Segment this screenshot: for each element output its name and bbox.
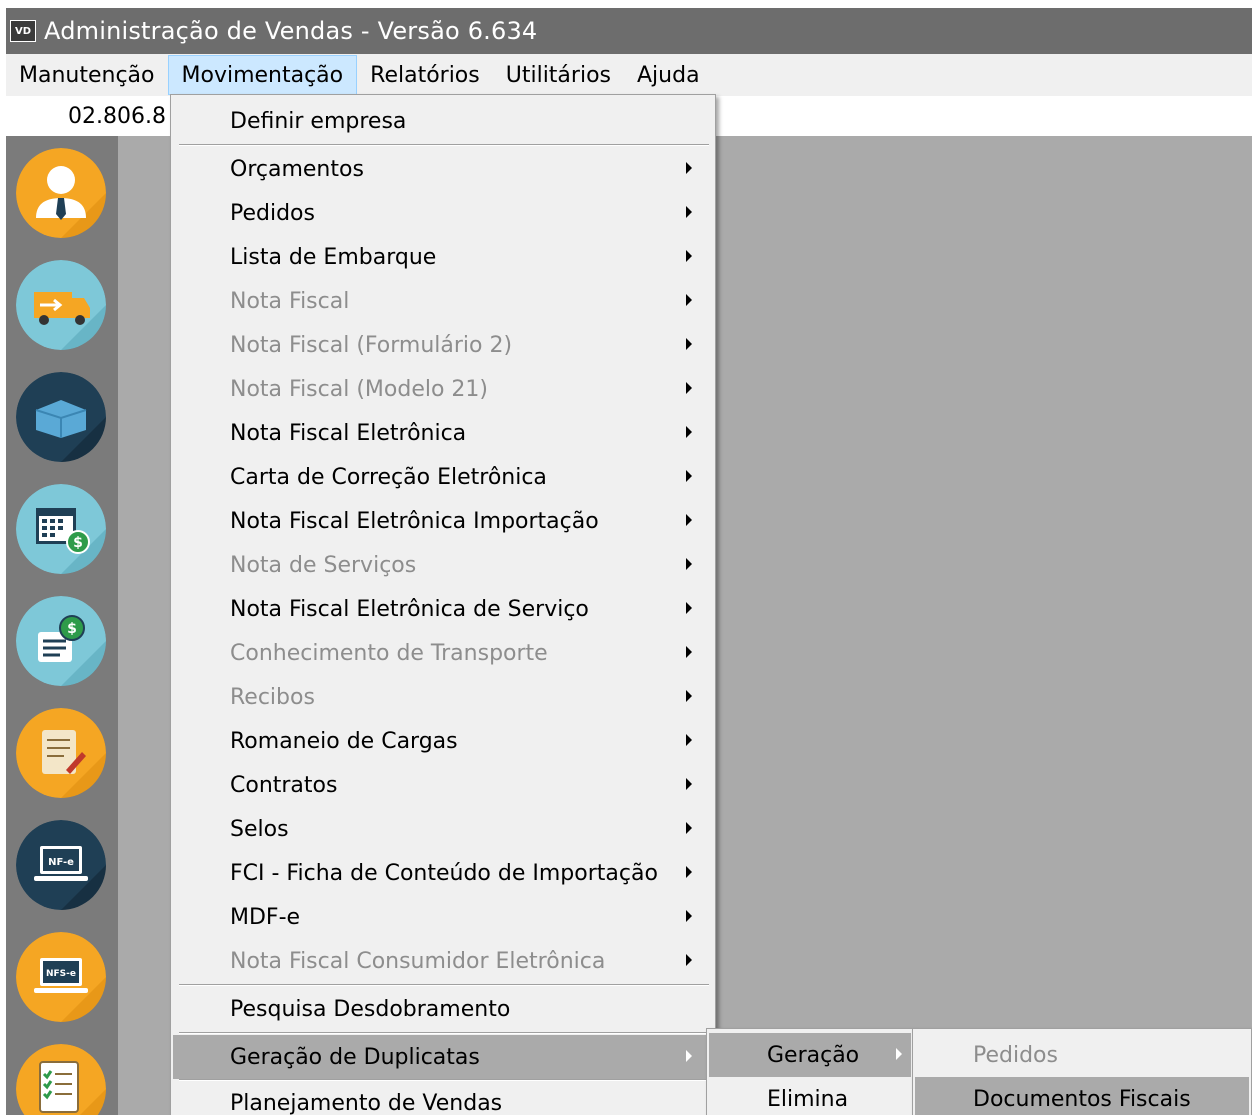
sidebar-button-clientes[interactable]	[16, 148, 106, 238]
app-icon: VD	[10, 20, 36, 42]
menu-item-geracao[interactable]: Geração	[709, 1033, 911, 1077]
submenu-arrow-icon	[686, 822, 692, 834]
menu-item-mdfe[interactable]: MDF-e	[173, 895, 713, 939]
menu-item-elimina[interactable]: Elimina	[709, 1077, 911, 1115]
submenu-arrow-icon	[686, 954, 692, 966]
menu-ajuda[interactable]: Ajuda	[624, 55, 713, 95]
submenu-arrow-icon	[686, 778, 692, 790]
submenu-arrow-icon	[686, 558, 692, 570]
svg-text:$: $	[73, 535, 83, 551]
submenu-arrow-icon	[686, 294, 692, 306]
submenu-arrow-icon	[686, 250, 692, 262]
submenu-arrow-icon	[686, 910, 692, 922]
invoice-money-icon: $	[16, 596, 106, 686]
menu-item-orcamentos[interactable]: Orçamentos	[173, 147, 713, 191]
menu-item-nota-fiscal-modelo-21[interactable]: Nota Fiscal (Modelo 21)	[173, 367, 713, 411]
submenu-arrow-icon	[686, 382, 692, 394]
menu-bar: Manutenção Movimentação Relatórios Utili…	[6, 54, 1252, 96]
submenu-arrow-icon	[686, 866, 692, 878]
sidebar: $ $ NF-e NFS-e	[6, 136, 118, 1115]
menu-item-contratos[interactable]: Contratos	[173, 763, 713, 807]
menu-utilitarios[interactable]: Utilitários	[493, 55, 624, 95]
submenu-arrow-icon	[686, 690, 692, 702]
menu-item-geracao-pedidos[interactable]: Pedidos	[915, 1033, 1249, 1077]
submenu-arrow-icon	[686, 1050, 692, 1062]
sidebar-button-contratos[interactable]	[16, 708, 106, 798]
submenu-arrow-icon	[686, 514, 692, 526]
menu-item-conhecimento-transporte[interactable]: Conhecimento de Transporte	[173, 631, 713, 675]
submenu-arrow-icon	[686, 426, 692, 438]
submenu-arrow-icon	[686, 338, 692, 350]
menu-item-lista-embarque[interactable]: Lista de Embarque	[173, 235, 713, 279]
menu-item-pedidos[interactable]: Pedidos	[173, 191, 713, 235]
svg-text:NF-e: NF-e	[48, 857, 74, 868]
delivery-truck-icon	[16, 260, 106, 350]
menu-item-nota-fiscal[interactable]: Nota Fiscal	[173, 279, 713, 323]
menu-separator	[179, 144, 709, 146]
svg-text:NFS-e: NFS-e	[46, 969, 76, 979]
menu-item-nota-servicos[interactable]: Nota de Serviços	[173, 543, 713, 587]
geracao-submenu: Pedidos Documentos Fiscais	[912, 1028, 1252, 1115]
submenu-arrow-icon	[686, 206, 692, 218]
sidebar-button-estoque[interactable]	[16, 372, 106, 462]
duplicatas-submenu: Geração Elimina	[706, 1028, 914, 1115]
user-profile-icon	[16, 148, 106, 238]
company-code: 02.806.8	[68, 103, 166, 129]
menu-separator	[179, 1032, 709, 1034]
menu-item-nota-fiscal-formulario-2[interactable]: Nota Fiscal (Formulário 2)	[173, 323, 713, 367]
submenu-arrow-icon	[686, 602, 692, 614]
menu-item-carta-correcao[interactable]: Carta de Correção Eletrônica	[173, 455, 713, 499]
menu-item-documentos-fiscais[interactable]: Documentos Fiscais	[915, 1077, 1249, 1115]
document-sign-icon	[16, 708, 106, 798]
submenu-arrow-icon	[686, 734, 692, 746]
movimentacao-dropdown: Definir empresa Orçamentos Pedidos Lista…	[170, 94, 716, 1115]
title-bar: VD Administração de Vendas - Versão 6.63…	[6, 8, 1252, 54]
menu-item-selos[interactable]: Selos	[173, 807, 713, 851]
sidebar-button-nfse[interactable]: NFS-e	[16, 932, 106, 1022]
nfse-laptop-icon: NFS-e	[16, 932, 106, 1022]
menu-item-romaneio-cargas[interactable]: Romaneio de Cargas	[173, 719, 713, 763]
menu-item-nfe-importacao[interactable]: Nota Fiscal Eletrônica Importação	[173, 499, 713, 543]
menu-item-geracao-duplicatas[interactable]: Geração de Duplicatas	[173, 1035, 713, 1079]
menu-manutencao[interactable]: Manutenção	[6, 55, 168, 95]
calendar-money-icon: $	[16, 484, 106, 574]
menu-item-definir-empresa[interactable]: Definir empresa	[173, 99, 713, 143]
menu-item-nota-fiscal-eletronica[interactable]: Nota Fiscal Eletrônica	[173, 411, 713, 455]
submenu-arrow-icon	[686, 162, 692, 174]
menu-separator	[179, 984, 709, 986]
submenu-arrow-icon	[686, 646, 692, 658]
submenu-arrow-icon	[686, 470, 692, 482]
menu-movimentacao[interactable]: Movimentação	[167, 55, 358, 95]
sidebar-button-cobranca[interactable]: $	[16, 596, 106, 686]
svg-text:$: $	[67, 621, 77, 637]
menu-item-pesquisa-desdobramento[interactable]: Pesquisa Desdobramento	[173, 987, 713, 1031]
menu-item-nfse[interactable]: Nota Fiscal Eletrônica de Serviço	[173, 587, 713, 631]
menu-relatorios[interactable]: Relatórios	[357, 55, 493, 95]
menu-item-nfce[interactable]: Nota Fiscal Consumidor Eletrônica	[173, 939, 713, 983]
checklist-icon	[16, 1044, 106, 1115]
open-box-icon	[16, 372, 106, 462]
sidebar-button-nfe[interactable]: NF-e	[16, 820, 106, 910]
menu-item-recibos[interactable]: Recibos	[173, 675, 713, 719]
window-title: Administração de Vendas - Versão 6.634	[44, 17, 538, 45]
submenu-arrow-icon	[896, 1048, 902, 1060]
menu-item-fci[interactable]: FCI - Ficha de Conteúdo de Importação	[173, 851, 713, 895]
nfe-laptop-icon: NF-e	[16, 820, 106, 910]
sidebar-button-transporte[interactable]	[16, 260, 106, 350]
sidebar-button-financeiro[interactable]: $	[16, 484, 106, 574]
menu-item-planejamento-vendas[interactable]: Planejamento de Vendas	[173, 1081, 713, 1115]
sidebar-button-checklist[interactable]	[16, 1044, 106, 1115]
